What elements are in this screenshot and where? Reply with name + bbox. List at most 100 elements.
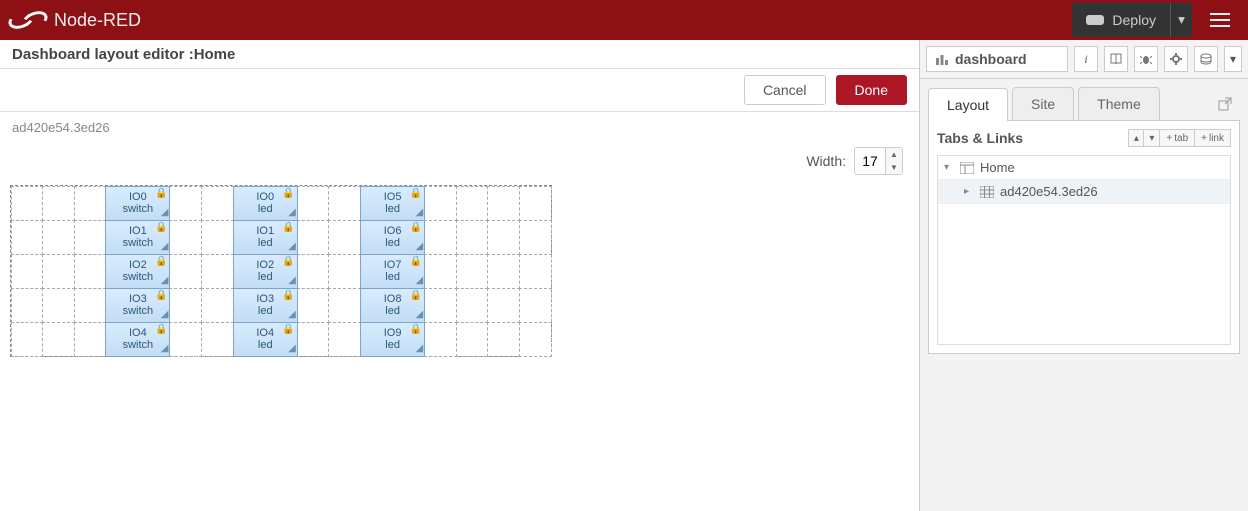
grid-cell[interactable] [456, 254, 489, 289]
grid-cell[interactable] [201, 186, 234, 221]
expand-all-button[interactable]: ▾ [1144, 129, 1160, 147]
grid-cell[interactable] [487, 186, 520, 221]
grid-cell[interactable] [424, 322, 457, 357]
sidebar-info-button[interactable]: i [1074, 46, 1098, 72]
resize-grip-icon[interactable]: ◢ [416, 207, 424, 219]
grid-cell[interactable] [519, 220, 552, 255]
grid-cell[interactable] [487, 220, 520, 255]
grid-cell[interactable] [169, 254, 202, 289]
sidebar-more-button[interactable]: ▾ [1224, 46, 1242, 72]
grid-cell[interactable] [487, 322, 520, 357]
resize-grip-icon[interactable]: ◢ [288, 241, 296, 253]
resize-grip-icon[interactable]: ◢ [416, 241, 424, 253]
grid-cell[interactable] [11, 288, 44, 323]
grid-cell[interactable] [11, 254, 44, 289]
layout-widget[interactable]: IO5led🔒◢ [360, 186, 425, 221]
grid-cell[interactable] [42, 186, 75, 221]
grid-cell[interactable] [42, 254, 75, 289]
deploy-caret-button[interactable]: ▾ [1170, 3, 1192, 37]
cancel-button[interactable]: Cancel [744, 75, 826, 105]
resize-grip-icon[interactable]: ◢ [161, 207, 169, 219]
layout-widget[interactable]: IO3led🔒◢ [233, 288, 298, 323]
layout-widget[interactable]: IO1led🔒◢ [233, 220, 298, 255]
resize-grip-icon[interactable]: ◢ [161, 309, 169, 321]
resize-grip-icon[interactable]: ◢ [416, 275, 424, 287]
grid-cell[interactable] [201, 288, 234, 323]
grid-cell[interactable] [424, 254, 457, 289]
grid-cell[interactable] [328, 186, 361, 221]
layout-widget[interactable]: IO8led🔒◢ [360, 288, 425, 323]
layout-widget[interactable]: IO6led🔒◢ [360, 220, 425, 255]
tree-group-item[interactable]: ▸ ad420e54.3ed26 [938, 180, 1230, 204]
grid-cell[interactable] [169, 322, 202, 357]
grid-cell[interactable] [297, 254, 330, 289]
layout-widget[interactable]: IO1switch🔒◢ [105, 220, 170, 255]
resize-grip-icon[interactable]: ◢ [416, 343, 424, 355]
sidebar-config-button[interactable] [1164, 46, 1188, 72]
add-tab-button[interactable]: +tab [1160, 129, 1195, 147]
resize-grip-icon[interactable]: ◢ [288, 309, 296, 321]
layout-widget[interactable]: IO3switch🔒◢ [105, 288, 170, 323]
grid-cell[interactable] [42, 288, 75, 323]
layout-widget[interactable]: IO9led🔒◢ [360, 322, 425, 357]
grid-cell[interactable] [328, 288, 361, 323]
grid-cell[interactable] [519, 288, 552, 323]
grid-cell[interactable] [11, 220, 44, 255]
resize-grip-icon[interactable]: ◢ [161, 275, 169, 287]
grid-cell[interactable] [74, 322, 107, 357]
tab-layout[interactable]: Layout [928, 88, 1008, 121]
sidebar-debug-button[interactable] [1134, 46, 1158, 72]
tree-tab-home[interactable]: ▾ Home [938, 156, 1230, 180]
layout-widget[interactable]: IO4switch🔒◢ [105, 322, 170, 357]
resize-grip-icon[interactable]: ◢ [416, 309, 424, 321]
resize-grip-icon[interactable]: ◢ [288, 275, 296, 287]
grid-cell[interactable] [201, 254, 234, 289]
sidebar-panel-selector[interactable]: dashboard [926, 46, 1068, 72]
resize-grip-icon[interactable]: ◢ [288, 343, 296, 355]
grid-cell[interactable] [297, 220, 330, 255]
grid-cell[interactable] [424, 220, 457, 255]
sidebar-help-button[interactable] [1104, 46, 1128, 72]
add-link-button[interactable]: +link [1195, 129, 1231, 147]
grid-cell[interactable] [297, 288, 330, 323]
layout-widget[interactable]: IO0switch🔒◢ [105, 186, 170, 221]
grid-cell[interactable] [519, 254, 552, 289]
grid-cell[interactable] [328, 322, 361, 357]
grid-cell[interactable] [42, 220, 75, 255]
layout-widget[interactable]: IO4led🔒◢ [233, 322, 298, 357]
grid-cell[interactable] [297, 186, 330, 221]
grid-cell[interactable] [169, 288, 202, 323]
sidebar-context-button[interactable] [1194, 46, 1218, 72]
layout-widget[interactable]: IO2led🔒◢ [233, 254, 298, 289]
grid-cell[interactable] [456, 288, 489, 323]
layout-grid[interactable]: IO0switch🔒◢ IO0led🔒◢ IO5led🔒◢ IO1switch🔒◢ IO… [10, 185, 552, 357]
grid-cell[interactable] [487, 288, 520, 323]
layout-widget[interactable]: IO0led🔒◢ [233, 186, 298, 221]
width-increment-button[interactable]: ▲ [886, 148, 902, 161]
grid-cell[interactable] [456, 186, 489, 221]
resize-grip-icon[interactable]: ◢ [161, 241, 169, 253]
grid-cell[interactable] [424, 186, 457, 221]
resize-grip-icon[interactable]: ◢ [161, 343, 169, 355]
grid-cell[interactable] [11, 322, 44, 357]
layout-widget[interactable]: IO7led🔒◢ [360, 254, 425, 289]
grid-cell[interactable] [519, 322, 552, 357]
grid-cell[interactable] [424, 288, 457, 323]
grid-cell[interactable] [74, 288, 107, 323]
grid-cell[interactable] [328, 254, 361, 289]
tab-theme[interactable]: Theme [1078, 87, 1160, 120]
grid-cell[interactable] [297, 322, 330, 357]
deploy-button[interactable]: Deploy [1072, 3, 1170, 37]
grid-cell[interactable] [74, 254, 107, 289]
done-button[interactable]: Done [836, 75, 907, 105]
dashboard-popout-button[interactable] [1218, 97, 1240, 111]
grid-cell[interactable] [487, 254, 520, 289]
resize-grip-icon[interactable]: ◢ [288, 207, 296, 219]
grid-cell[interactable] [456, 220, 489, 255]
grid-cell[interactable] [456, 322, 489, 357]
tab-site[interactable]: Site [1012, 87, 1074, 120]
width-decrement-button[interactable]: ▼ [886, 161, 902, 174]
grid-cell[interactable] [201, 220, 234, 255]
grid-cell[interactable] [74, 220, 107, 255]
grid-cell[interactable] [519, 186, 552, 221]
